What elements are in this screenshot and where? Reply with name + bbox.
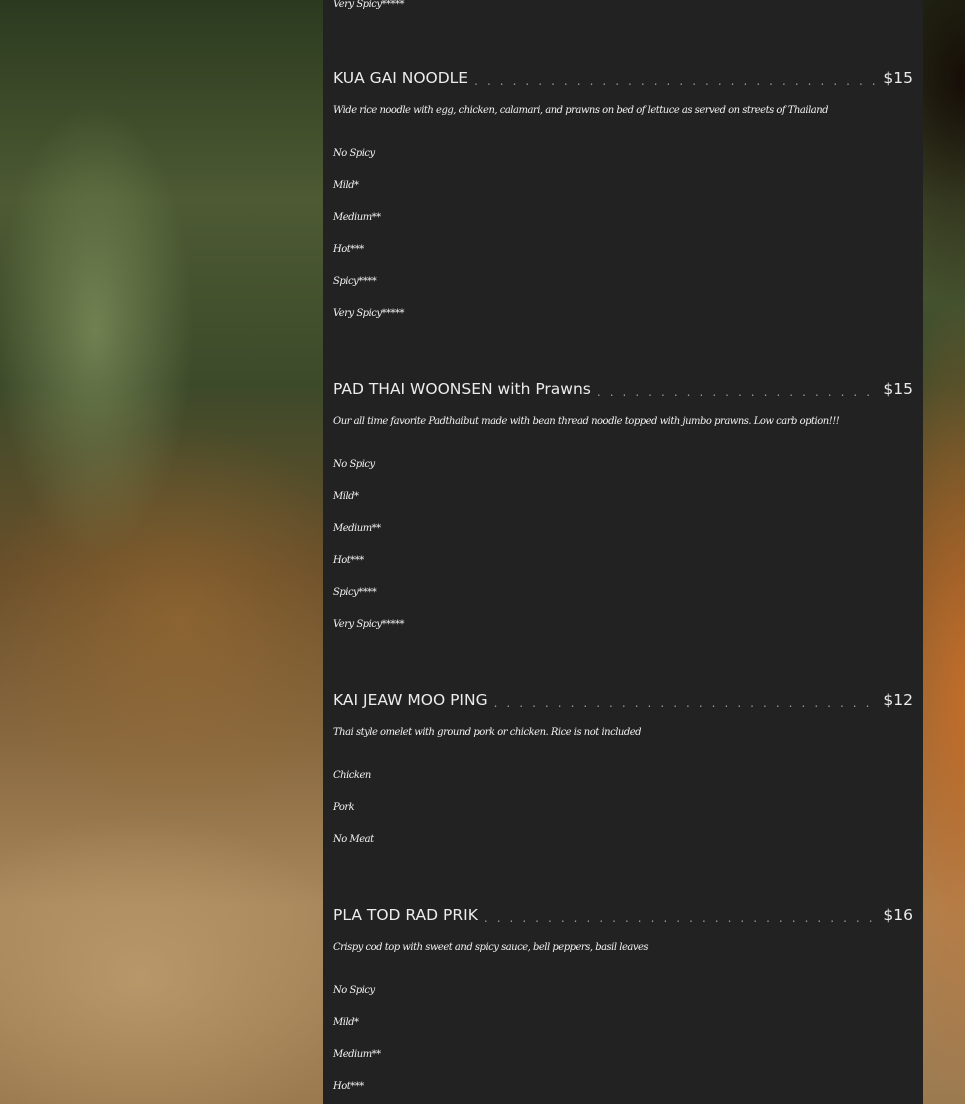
dot-leader: . . . . . . . . . . . . . . . . . . . . … <box>493 696 878 710</box>
dot-leader: . . . . . . . . . . . . . . . . . . . . … <box>596 385 878 399</box>
option-no-meat[interactable]: No Meat <box>333 833 913 847</box>
menu-item-name: KUA GAI NOODLE <box>333 69 469 87</box>
option-mild[interactable]: Mild* <box>333 490 913 504</box>
option-hot[interactable]: Hot*** <box>333 243 913 257</box>
option-mild[interactable]: Mild* <box>333 179 913 193</box>
option-spicy[interactable]: Spicy**** <box>333 275 913 289</box>
menu-item-name: PAD THAI WOONSEN with Prawns <box>333 380 591 398</box>
option-very-spicy[interactable]: Very Spicy***** <box>333 307 913 321</box>
dot-leader: . . . . . . . . . . . . . . . . . . . . … <box>474 74 877 88</box>
option-pork[interactable]: Pork <box>333 801 913 815</box>
menu-item-description: Thai style omelet with ground pork or ch… <box>333 727 642 738</box>
menu-item-title[interactable]: KAI JEAW MOO PING . . . . . . . . . . . … <box>333 688 913 712</box>
option-no-spicy[interactable]: No Spicy <box>333 984 913 998</box>
menu-item-title[interactable]: PLA TOD RAD PRIK . . . . . . . . . . . .… <box>333 903 913 927</box>
menu-item-title[interactable]: KUA GAI NOODLE . . . . . . . . . . . . .… <box>333 66 913 90</box>
menu-item-price: $15 <box>883 69 913 87</box>
dot-leader: . . . . . . . . . . . . . . . . . . . . … <box>483 911 878 925</box>
option-very-spicy[interactable]: Very Spicy***** <box>333 0 913 12</box>
menu-item-name: PLA TOD RAD PRIK <box>333 906 478 924</box>
menu-panel: Very Spicy***** KUA GAI NOODLE . . . . .… <box>323 0 923 1104</box>
menu-item-price: $15 <box>883 380 913 398</box>
option-spicy[interactable]: Spicy**** <box>333 586 913 600</box>
option-mild[interactable]: Mild* <box>333 1016 913 1030</box>
menu-item-name: KAI JEAW MOO PING <box>333 691 488 709</box>
option-medium[interactable]: Medium** <box>333 211 913 225</box>
option-chicken[interactable]: Chicken <box>333 769 913 783</box>
menu-item-description: Crispy cod top with sweet and spicy sauc… <box>333 942 649 953</box>
menu-item-price: $16 <box>883 906 913 924</box>
option-no-spicy[interactable]: No Spicy <box>333 147 913 161</box>
menu-item-title[interactable]: PAD THAI WOONSEN with Prawns . . . . . .… <box>333 377 913 401</box>
option-very-spicy[interactable]: Very Spicy***** <box>333 618 913 632</box>
menu-item-description: Our all time favorite Padthaibut made wi… <box>333 416 840 427</box>
option-no-spicy[interactable]: No Spicy <box>333 458 913 472</box>
option-hot[interactable]: Hot*** <box>333 554 913 568</box>
menu-item-description: Wide rice noodle with egg, chicken, cala… <box>333 105 829 116</box>
option-medium[interactable]: Medium** <box>333 1048 913 1062</box>
menu-item-price: $12 <box>883 691 913 709</box>
option-medium[interactable]: Medium** <box>333 522 913 536</box>
option-hot[interactable]: Hot*** <box>333 1080 913 1094</box>
